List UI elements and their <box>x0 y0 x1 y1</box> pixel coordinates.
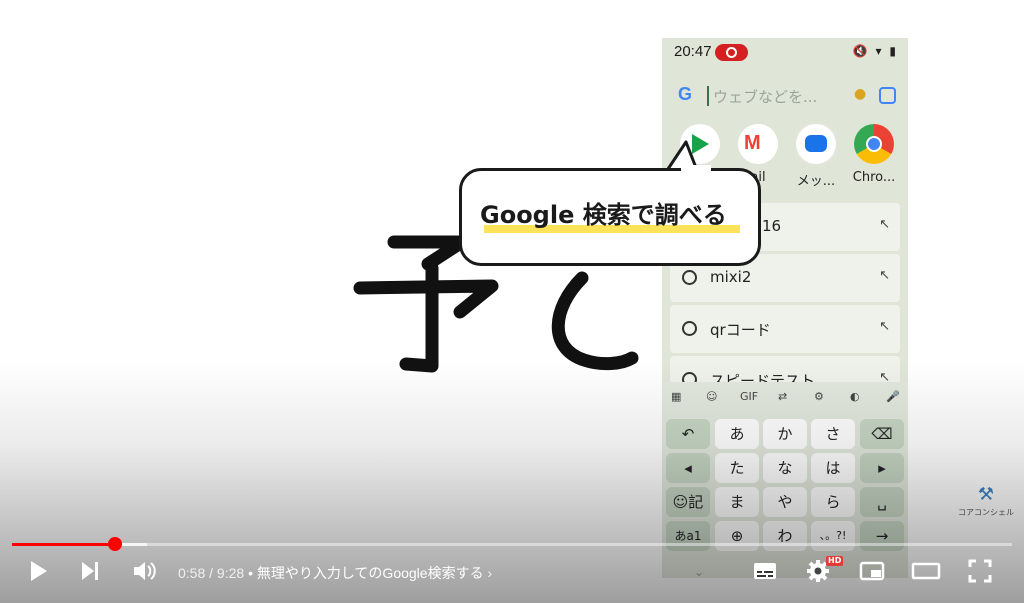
history-icon <box>682 321 697 336</box>
callout-tail-cover <box>681 165 711 173</box>
theme-icon[interactable]: ◐ <box>850 390 860 403</box>
watermark-text: コアコンシェル <box>958 508 1014 517</box>
player-controls: 0:58 / 9:28 • 無理やり入力してのGoogle検索する › ⌄ HD <box>0 553 1024 593</box>
time-display: 0:58 / 9:28 • 無理やり入力してのGoogle検索する › <box>178 563 492 583</box>
cursor-right-key[interactable]: ▸ <box>860 453 904 483</box>
emoji-symbol-key[interactable]: ☺記 <box>666 487 710 517</box>
callout-bubble: Google 検索で調べる <box>459 168 761 266</box>
key-sa[interactable]: さ <box>811 419 855 449</box>
callout-text: Google 検索で調べる <box>480 201 727 229</box>
phone-screen: 20:47 🔇 ▾ ▮ G ウェブなどを... ● M ail メッ... Ch… <box>662 38 908 578</box>
punctuation-key[interactable]: 、。?! <box>811 521 855 551</box>
played-bar <box>12 543 115 546</box>
app-label: メッ... <box>796 174 836 189</box>
chapter-title[interactable]: • 無理やり入力してのGoogle検索する <box>248 565 484 581</box>
key-a[interactable]: あ <box>715 419 759 449</box>
key-ha[interactable]: は <box>811 453 855 483</box>
volume-icon[interactable] <box>126 553 162 589</box>
google-search-bar[interactable]: G ウェブなどを... ● <box>670 78 902 112</box>
input-mode-key[interactable]: あa1 <box>666 521 710 551</box>
undo-key[interactable]: ↶ <box>666 419 710 449</box>
app-label: Chro... <box>852 170 896 185</box>
status-time: 20:47 <box>674 43 712 60</box>
space-key[interactable]: ␣ <box>860 487 904 517</box>
app-messages[interactable]: メッ... <box>790 124 842 189</box>
history-text: mixi2 <box>710 268 752 286</box>
progress-bar[interactable] <box>12 537 1012 551</box>
play-icon[interactable] <box>20 553 56 589</box>
duration: 9:28 <box>216 565 245 581</box>
fullscreen-icon[interactable] <box>962 553 998 589</box>
key-na[interactable]: な <box>763 453 807 483</box>
channel-watermark[interactable]: ⚒ コアコンシェル <box>956 484 1016 534</box>
key-ya[interactable]: や <box>763 487 807 517</box>
time-separator: / <box>205 565 217 581</box>
status-icons: 🔇 ▾ ▮ <box>852 44 898 58</box>
current-time: 0:58 <box>178 565 206 581</box>
history-text: 16 <box>762 217 782 235</box>
keyboard-toolbar: ▦ ☺ GIF ⇄ ⚙ ◐ 🎤 <box>662 382 908 414</box>
google-g-icon: G <box>678 84 693 104</box>
history-icon <box>682 270 697 285</box>
cursor-left-key[interactable]: ◂ <box>666 453 710 483</box>
apps-grid-icon[interactable]: ▦ <box>671 390 681 403</box>
settings-icon[interactable]: ⚙ <box>814 390 824 403</box>
status-bar: 20:47 🔇 ▾ ▮ <box>662 38 908 68</box>
app-chrome[interactable]: Chro... <box>848 124 900 185</box>
text-cursor <box>707 86 709 106</box>
fill-query-icon[interactable]: ↖ <box>879 268 890 283</box>
video-player[interactable]: 20:47 🔇 ▾ ▮ G ウェブなどを... ● M ail メッ... Ch… <box>0 0 1024 603</box>
globe-icon[interactable]: ⊕ <box>715 521 759 551</box>
history-item[interactable]: qrコード ↖ <box>670 305 900 353</box>
key-ma[interactable]: ま <box>715 487 759 517</box>
key-wa[interactable]: わ <box>763 521 807 551</box>
gmail-icon: M <box>744 132 761 154</box>
hd-badge: HD <box>826 556 844 566</box>
voice-search-icon[interactable]: ● <box>854 86 866 102</box>
chrome-icon <box>854 124 894 164</box>
miniplayer-icon[interactable] <box>854 553 890 589</box>
subtitles-icon[interactable] <box>747 553 783 589</box>
backspace-key[interactable]: ⌫ <box>860 419 904 449</box>
google-lens-icon[interactable] <box>879 87 896 104</box>
enter-key[interactable]: → <box>860 521 904 551</box>
sticker-icon[interactable]: ☺ <box>706 390 717 403</box>
japanese-keyboard: ▦ ☺ GIF ⇄ ⚙ ◐ 🎤 ↶ あ か さ ⌫ ◂ た な は ▸ ☺記 ま… <box>662 382 908 578</box>
history-text: qrコード <box>710 321 771 339</box>
key-ka[interactable]: か <box>763 419 807 449</box>
mic-icon[interactable]: 🎤 <box>886 390 900 403</box>
screen-record-icon <box>715 44 748 61</box>
search-placeholder: ウェブなどを... <box>713 88 818 106</box>
watermark-logo-icon: ⚒ <box>977 484 995 505</box>
key-ta[interactable]: た <box>715 453 759 483</box>
fill-query-icon[interactable]: ↖ <box>879 217 890 232</box>
translate-icon[interactable]: ⇄ <box>778 390 787 403</box>
key-ra[interactable]: ら <box>811 487 855 517</box>
theater-mode-icon[interactable] <box>908 553 944 589</box>
gif-button[interactable]: GIF <box>740 390 758 403</box>
chapter-chevron-icon[interactable]: › <box>487 565 492 581</box>
messages-icon <box>805 135 827 152</box>
next-icon[interactable] <box>72 553 108 589</box>
fill-query-icon[interactable]: ↖ <box>879 319 890 334</box>
chevron-down-icon: ⌄ <box>694 565 705 579</box>
scrubber-handle[interactable] <box>108 537 122 551</box>
